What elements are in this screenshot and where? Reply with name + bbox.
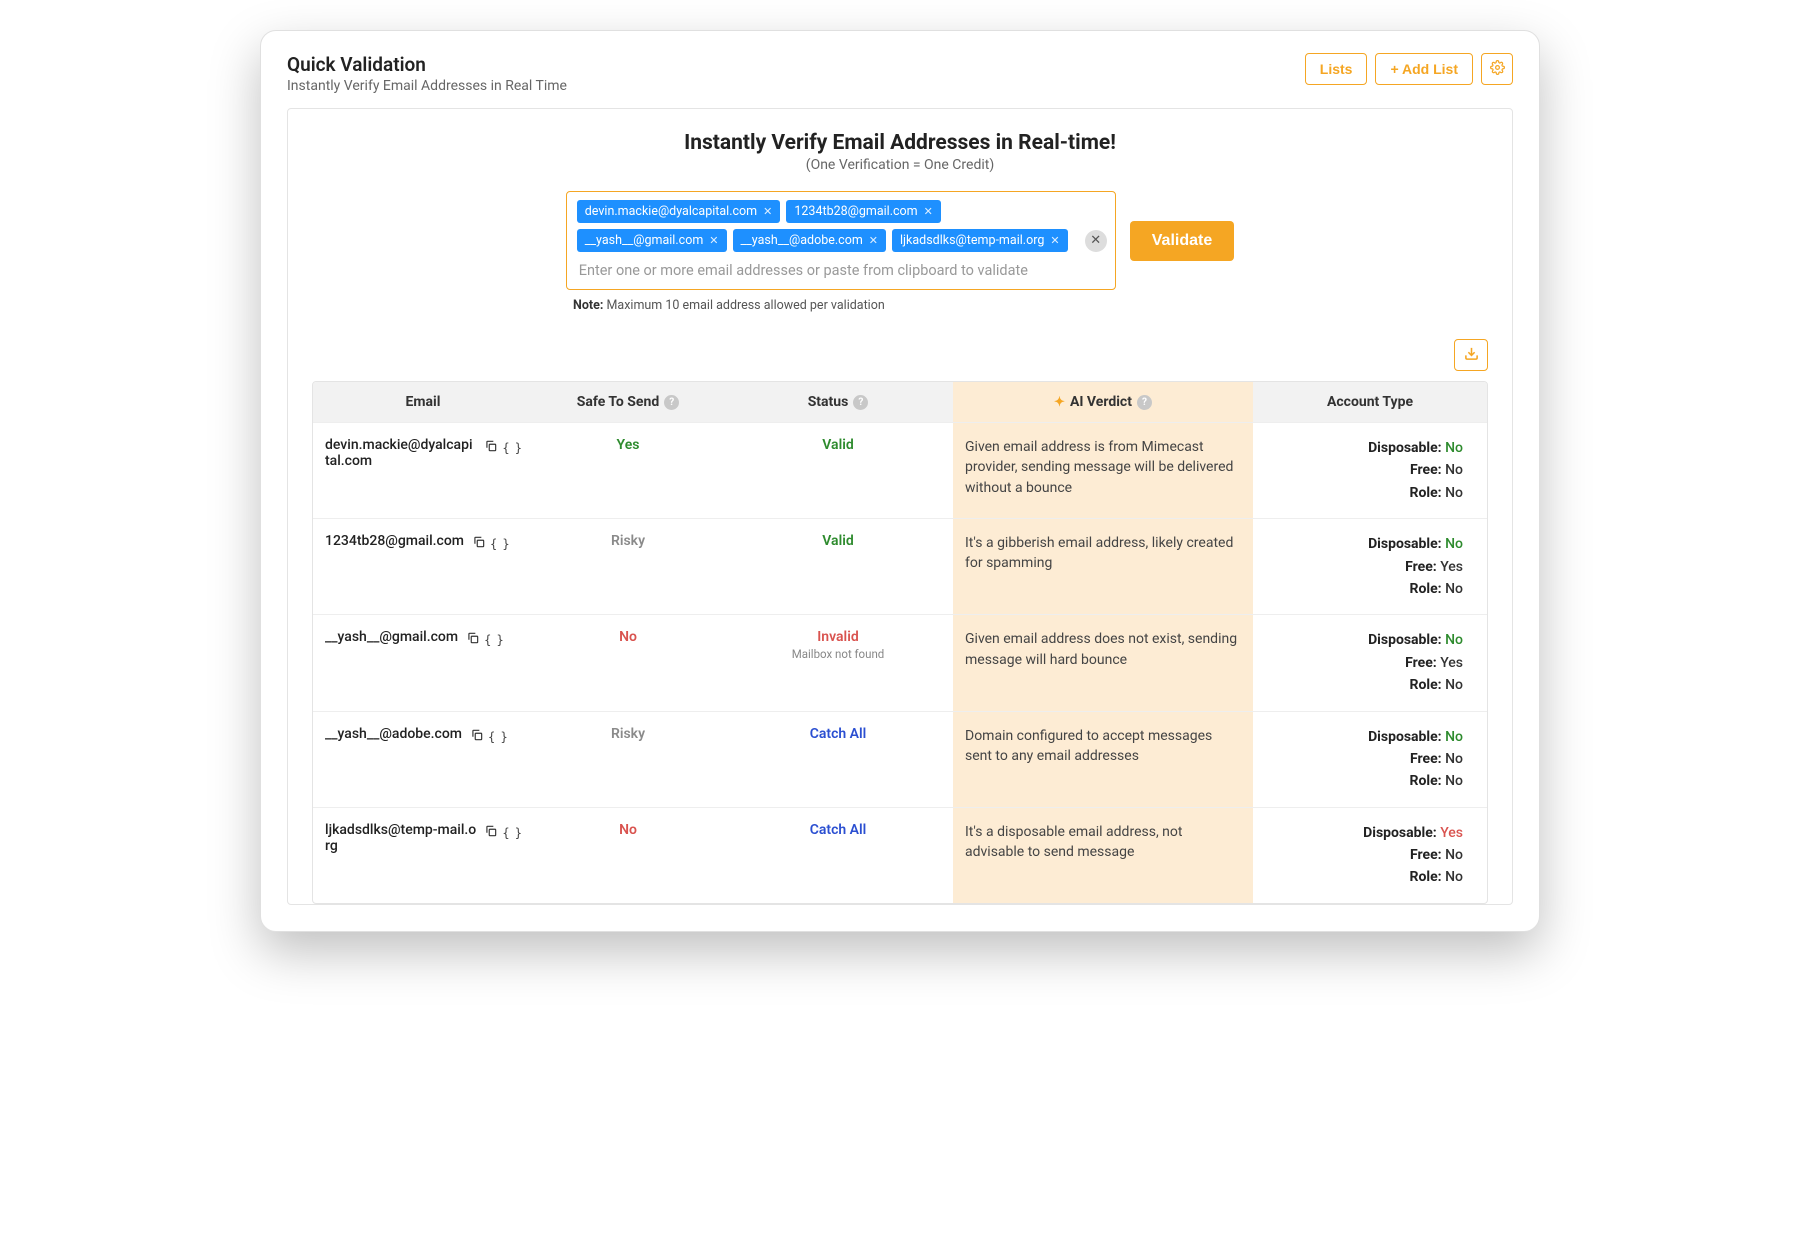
copy-icon[interactable] [472, 535, 486, 553]
app-window: Quick Validation Instantly Verify Email … [260, 30, 1540, 932]
cell-status: Valid [723, 423, 953, 518]
download-icon [1464, 346, 1479, 365]
copy-icon[interactable] [470, 728, 484, 746]
email-text: __yash__@adobe.com [325, 726, 462, 742]
tag-remove-icon[interactable]: ✕ [709, 234, 718, 247]
cell-ai-verdict: It's a gibberish email address, likely c… [953, 519, 1253, 614]
hero-subtitle: (One Verification = One Credit) [312, 157, 1488, 173]
cell-email: devin.mackie@dyalcapital.com { } [313, 423, 533, 518]
cell-safe-to-send: No [533, 808, 723, 903]
tag-remove-icon[interactable]: ✕ [763, 205, 772, 218]
download-row [312, 339, 1488, 371]
add-list-button[interactable]: + Add List [1375, 53, 1473, 85]
email-text: ljkadsdlks@temp-mail.org [325, 822, 476, 854]
settings-button[interactable] [1481, 53, 1513, 85]
cell-safe-to-send: No [533, 615, 723, 710]
page-header: Quick Validation Instantly Verify Email … [287, 53, 1513, 94]
cell-account-type: Disposable: NoFree: NoRole: No [1253, 712, 1487, 807]
table-header: Email Safe To Send? Status? ✦AI Verdict?… [313, 382, 1487, 422]
gear-icon [1490, 60, 1505, 78]
email-tag[interactable]: __yash__@gmail.com ✕ [577, 229, 727, 252]
email-tag[interactable]: __yash__@adobe.com ✕ [733, 229, 887, 252]
lists-button[interactable]: Lists [1305, 53, 1368, 85]
tag-remove-icon[interactable]: ✕ [869, 234, 878, 247]
email-text: __yash__@gmail.com [325, 629, 458, 645]
cell-account-type: Disposable: NoFree: YesRole: No [1253, 519, 1487, 614]
copy-icon[interactable] [484, 824, 498, 842]
tag-label: ljkadsdlks@temp-mail.org [900, 233, 1044, 248]
cell-safe-to-send: Risky [533, 519, 723, 614]
copy-icon[interactable] [466, 631, 480, 649]
cell-account-type: Disposable: YesFree: NoRole: No [1253, 808, 1487, 903]
table-row: devin.mackie@dyalcapital.com { } YesValidG… [313, 422, 1487, 518]
close-icon: ✕ [1090, 233, 1101, 248]
cell-ai-verdict: Given email address is from Mimecast pro… [953, 423, 1253, 518]
header-actions: Lists + Add List [1305, 53, 1513, 85]
col-status: Status? [723, 382, 953, 422]
tag-label: devin.mackie@dyalcapital.com [585, 204, 757, 219]
hero-block: Instantly Verify Email Addresses in Real… [312, 131, 1488, 173]
email-tag-input[interactable]: devin.mackie@dyalcapital.com✕1234tb28@gm… [566, 191, 1116, 290]
tag-label: 1234tb28@gmail.com [794, 204, 917, 219]
results-table: Email Safe To Send? Status? ✦AI Verdict?… [312, 381, 1488, 904]
table-row: ljkadsdlks@temp-mail.org { } NoCatch AllIt… [313, 807, 1487, 903]
help-icon[interactable]: ? [853, 395, 868, 410]
sparkle-icon: ✦ [1054, 395, 1065, 410]
cell-status: InvalidMailbox not found [723, 615, 953, 710]
cell-ai-verdict: Domain configured to accept messages sen… [953, 712, 1253, 807]
cell-status: Valid [723, 519, 953, 614]
email-tag[interactable]: ljkadsdlks@temp-mail.org ✕ [892, 229, 1068, 252]
table-row: 1234tb28@gmail.com { } RiskyValidIt's a gi… [313, 518, 1487, 614]
help-icon[interactable]: ? [1137, 395, 1152, 410]
email-text: 1234tb28@gmail.com [325, 533, 464, 549]
col-account-type: Account Type [1253, 382, 1487, 422]
json-icon[interactable]: { } [502, 441, 521, 455]
cell-email: ljkadsdlks@temp-mail.org { } [313, 808, 533, 903]
col-safe: Safe To Send? [533, 382, 723, 422]
cell-ai-verdict: Given email address does not exist, send… [953, 615, 1253, 710]
tag-label: __yash__@gmail.com [585, 233, 704, 248]
table-row: __yash__@adobe.com { } RiskyCatch AllDomai… [313, 711, 1487, 807]
email-input-placeholder: Enter one or more email addresses or pas… [577, 258, 1079, 285]
input-row: devin.mackie@dyalcapital.com✕1234tb28@gm… [312, 191, 1488, 290]
download-button[interactable] [1454, 339, 1488, 371]
email-text: devin.mackie@dyalcapital.com [325, 437, 476, 469]
cell-email: 1234tb28@gmail.com { } [313, 519, 533, 614]
validate-button[interactable]: Validate [1130, 221, 1234, 261]
main-panel: Instantly Verify Email Addresses in Real… [287, 108, 1513, 905]
json-icon[interactable]: { } [490, 537, 509, 551]
hero-title: Instantly Verify Email Addresses in Real… [312, 131, 1488, 155]
email-tag[interactable]: devin.mackie@dyalcapital.com ✕ [577, 200, 781, 223]
tag-remove-icon[interactable]: ✕ [924, 205, 933, 218]
cell-email: __yash__@adobe.com { } [313, 712, 533, 807]
cell-safe-to-send: Risky [533, 712, 723, 807]
col-email: Email [313, 382, 533, 422]
cell-ai-verdict: It's a disposable email address, not adv… [953, 808, 1253, 903]
email-tag[interactable]: 1234tb28@gmail.com ✕ [786, 200, 941, 223]
cell-account-type: Disposable: NoFree: YesRole: No [1253, 615, 1487, 710]
tag-remove-icon[interactable]: ✕ [1050, 234, 1059, 247]
status-subtext: Mailbox not found [735, 647, 941, 661]
json-icon[interactable]: { } [484, 633, 503, 647]
table-row: __yash__@gmail.com { } NoInvalidMailbox no… [313, 614, 1487, 710]
cell-status: Catch All [723, 712, 953, 807]
clear-input-button[interactable]: ✕ [1085, 230, 1107, 252]
help-icon[interactable]: ? [664, 395, 679, 410]
col-ai-verdict: ✦AI Verdict? [953, 382, 1253, 422]
title-block: Quick Validation Instantly Verify Email … [287, 53, 567, 94]
copy-icon[interactable] [484, 439, 498, 457]
cell-email: __yash__@gmail.com { } [313, 615, 533, 710]
cell-safe-to-send: Yes [533, 423, 723, 518]
cell-account-type: Disposable: NoFree: NoRole: No [1253, 423, 1487, 518]
input-note: Note: Maximum 10 email address allowed p… [571, 298, 1121, 313]
tag-label: __yash__@adobe.com [741, 233, 863, 248]
cell-status: Catch All [723, 808, 953, 903]
page-subtitle: Instantly Verify Email Addresses in Real… [287, 78, 567, 94]
json-icon[interactable]: { } [488, 730, 507, 744]
json-icon[interactable]: { } [502, 826, 521, 840]
page-title: Quick Validation [287, 53, 567, 76]
